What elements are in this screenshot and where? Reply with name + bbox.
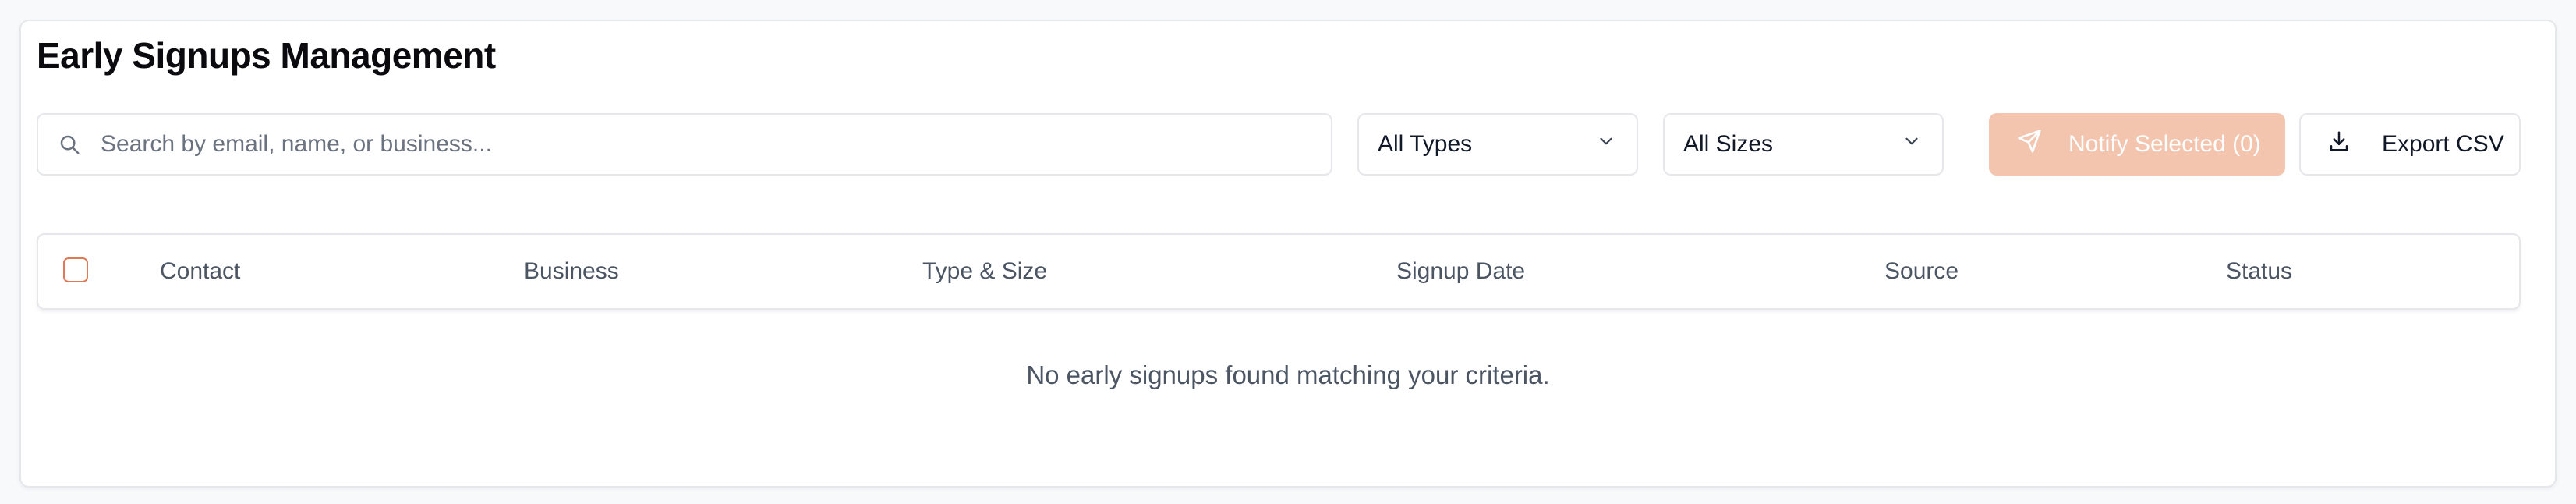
column-header-signup-date[interactable]: Signup Date bbox=[1396, 235, 1525, 308]
select-all-checkbox[interactable] bbox=[63, 257, 88, 282]
size-filter-select[interactable]: All Sizes bbox=[1663, 113, 1944, 176]
toolbar: All Types All Sizes Notify Selected (0) bbox=[37, 113, 2521, 176]
column-header-status[interactable]: Status bbox=[2226, 235, 2292, 308]
notify-selected-label: Notify Selected (0) bbox=[2068, 131, 2261, 157]
column-header-contact[interactable]: Contact bbox=[160, 235, 240, 308]
column-header-source[interactable]: Source bbox=[1884, 235, 1959, 308]
size-filter-value: All Sizes bbox=[1683, 131, 1774, 157]
export-csv-button[interactable]: Export CSV bbox=[2299, 113, 2521, 176]
chevron-down-icon bbox=[1902, 131, 1922, 158]
signups-table-header: Contact Business Type & Size Signup Date… bbox=[37, 233, 2521, 310]
download-icon bbox=[2327, 130, 2351, 159]
search-icon bbox=[38, 115, 101, 174]
column-header-business[interactable]: Business bbox=[524, 235, 619, 308]
search-input[interactable] bbox=[101, 121, 1317, 168]
column-header-type-size[interactable]: Type & Size bbox=[922, 235, 1047, 308]
empty-state-message: No early signups found matching your cri… bbox=[1026, 360, 1550, 389]
page-title: Early Signups Management bbox=[37, 35, 496, 76]
send-icon bbox=[2017, 129, 2042, 160]
type-filter-value: All Types bbox=[1378, 131, 1473, 157]
chevron-down-icon bbox=[1596, 131, 1616, 158]
export-csv-label: Export CSV bbox=[2382, 131, 2504, 157]
notify-selected-button[interactable]: Notify Selected (0) bbox=[1989, 113, 2285, 176]
search-box[interactable] bbox=[37, 113, 1332, 176]
type-filter-select[interactable]: All Types bbox=[1357, 113, 1638, 176]
